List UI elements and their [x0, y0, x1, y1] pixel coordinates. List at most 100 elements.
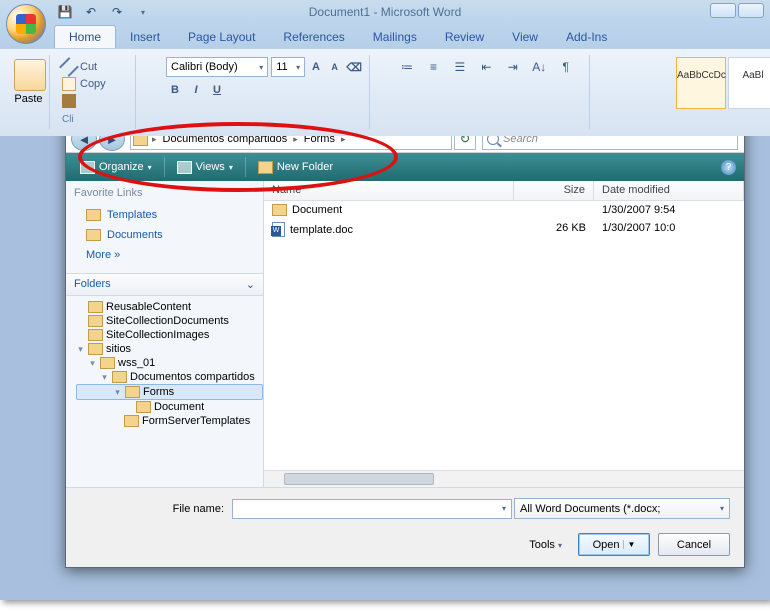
format-painter-button[interactable] [62, 94, 129, 108]
folder-tree: ReusableContentSiteCollectionDocumentsSi… [66, 296, 263, 487]
window-title: Document1 - Microsoft Word [309, 5, 462, 19]
office-button[interactable] [6, 4, 46, 44]
views-button[interactable]: Views▾ [171, 159, 239, 176]
folder-icon [112, 371, 127, 383]
fav-templates[interactable]: Templates [66, 205, 263, 225]
tab-addins[interactable]: Add-Ins [552, 26, 621, 48]
file-list: Document1/30/2007 9:54template.doc26 KB1… [264, 201, 744, 470]
tree-item[interactable]: ▾sitios [76, 342, 263, 356]
qat-redo-icon[interactable]: ↷ [106, 2, 128, 22]
qat-save-icon[interactable]: 💾 [54, 2, 76, 22]
indent-dec-icon[interactable]: ⇤ [475, 57, 497, 77]
clipboard-group: Cut Copy Cli [56, 55, 136, 129]
minimize-button[interactable] [710, 3, 736, 18]
folder-icon [136, 401, 151, 413]
copy-icon [62, 77, 76, 91]
organize-button[interactable]: Organize▾ [74, 159, 158, 176]
filetype-filter[interactable]: All Word Documents (*.docx;▾ [514, 498, 730, 519]
scissors-icon [59, 57, 79, 77]
word-window: 💾 ↶ ↷ ▾ Document1 - Microsoft Word Home … [0, 0, 770, 600]
ribbon: Paste Cut Copy Cli Calibri (Body)▾ 11▾ A… [0, 48, 770, 136]
copy-button[interactable]: Copy [62, 77, 129, 91]
tab-insert[interactable]: Insert [116, 26, 174, 48]
maximize-button[interactable] [738, 3, 764, 18]
folder-icon [88, 315, 103, 327]
folder-icon [125, 386, 140, 398]
word-doc-icon [272, 222, 285, 237]
cancel-button[interactable]: Cancel [658, 533, 730, 556]
tree-item[interactable]: ▾Documentos compartidos [76, 370, 263, 384]
sort-icon[interactable]: A↓ [528, 57, 550, 77]
clear-format-icon[interactable]: ⌫ [345, 58, 363, 76]
numbering-icon[interactable]: ≡ [422, 57, 444, 77]
folder-icon [86, 209, 101, 221]
bold-button[interactable]: B [166, 81, 184, 99]
tab-mailings[interactable]: Mailings [359, 26, 431, 48]
tree-item[interactable]: SiteCollectionImages [76, 328, 263, 342]
qat-more-icon[interactable]: ▾ [132, 2, 154, 22]
qat-undo-icon[interactable]: ↶ [80, 2, 102, 22]
showmarks-icon[interactable]: ¶ [555, 57, 577, 77]
tab-page-layout[interactable]: Page Layout [174, 26, 269, 48]
tab-references[interactable]: References [269, 26, 358, 48]
tree-item[interactable]: ReusableContent [76, 300, 263, 314]
favorites-header: Favorite Links [66, 181, 263, 205]
cut-button[interactable]: Cut [62, 60, 129, 74]
tab-home[interactable]: Home [54, 25, 116, 48]
style-other[interactable]: AaBl [728, 57, 770, 109]
bullets-icon[interactable]: ≔ [396, 57, 418, 77]
file-row[interactable]: template.doc26 KB1/30/2007 10:0 [264, 219, 744, 240]
tab-view[interactable]: View [498, 26, 552, 48]
folder-icon [88, 329, 103, 341]
tab-review[interactable]: Review [431, 26, 498, 48]
help-icon[interactable]: ? [721, 160, 736, 175]
tree-item[interactable]: ▾wss_01 [76, 356, 263, 370]
ribbon-tabs: Home Insert Page Layout References Maili… [0, 24, 770, 48]
folder-icon [272, 204, 287, 216]
tree-item[interactable]: SiteCollectionDocuments [76, 314, 263, 328]
folder-icon [88, 301, 103, 313]
tree-item[interactable]: FormServerTemplates [76, 414, 263, 428]
brush-icon [62, 94, 76, 108]
folders-header[interactable]: Folders⌄ [66, 273, 263, 296]
col-name[interactable]: Name [264, 181, 514, 200]
indent-inc-icon[interactable]: ⇥ [502, 57, 524, 77]
underline-button[interactable]: U [208, 81, 226, 99]
folder-icon [100, 357, 115, 369]
new-folder-button[interactable]: New Folder [252, 159, 339, 176]
paste-icon [14, 59, 46, 91]
folder-icon [86, 229, 101, 241]
shrink-font-icon[interactable]: A [327, 58, 343, 76]
col-date[interactable]: Date modified [594, 181, 744, 200]
tree-item[interactable]: ▾Forms [76, 384, 263, 400]
fav-more[interactable]: More » [66, 245, 263, 265]
open-dialog: Open ✕ ◄ ► ▸ Documentos compartidos ▸ Fo… [65, 98, 745, 568]
dialog-toolbar: Organize▾ Views▾ New Folder ? [66, 153, 744, 181]
folder-icon [88, 343, 103, 355]
font-group: Calibri (Body)▾ 11▾ A A ⌫ B I U [160, 55, 370, 129]
filename-label: File name: [80, 503, 224, 515]
multilevel-icon[interactable]: ☰ [449, 57, 471, 77]
paste-button[interactable]: Paste [8, 55, 50, 129]
font-name-combo[interactable]: Calibri (Body)▾ [166, 57, 268, 77]
styles-group: AaBbCcDc AaBl [670, 55, 770, 129]
filename-input[interactable] [232, 499, 512, 519]
grow-font-icon[interactable]: A [308, 58, 324, 76]
title-bar: 💾 ↶ ↷ ▾ Document1 - Microsoft Word [0, 0, 770, 24]
column-headers: Name Size Date modified [264, 181, 744, 201]
open-button[interactable]: Open▼ [578, 533, 650, 556]
style-normal[interactable]: AaBbCcDc [676, 57, 726, 109]
file-row[interactable]: Document1/30/2007 9:54 [264, 201, 744, 219]
file-pane: Name Size Date modified Document1/30/200… [264, 181, 744, 487]
newfolder-icon [258, 161, 273, 174]
font-size-combo[interactable]: 11▾ [271, 57, 305, 77]
col-size[interactable]: Size [514, 181, 594, 200]
left-pane: Favorite Links Templates Documents More … [66, 181, 264, 487]
italic-button[interactable]: I [187, 81, 205, 99]
tree-item[interactable]: Document [76, 400, 263, 414]
h-scrollbar[interactable] [264, 470, 744, 487]
fav-documents[interactable]: Documents [66, 225, 263, 245]
tools-button[interactable]: Tools ▾ [529, 539, 562, 551]
folder-icon [124, 415, 139, 427]
paragraph-group: ≔ ≡ ☰ ⇤ ⇥ A↓ ¶ [390, 55, 590, 129]
